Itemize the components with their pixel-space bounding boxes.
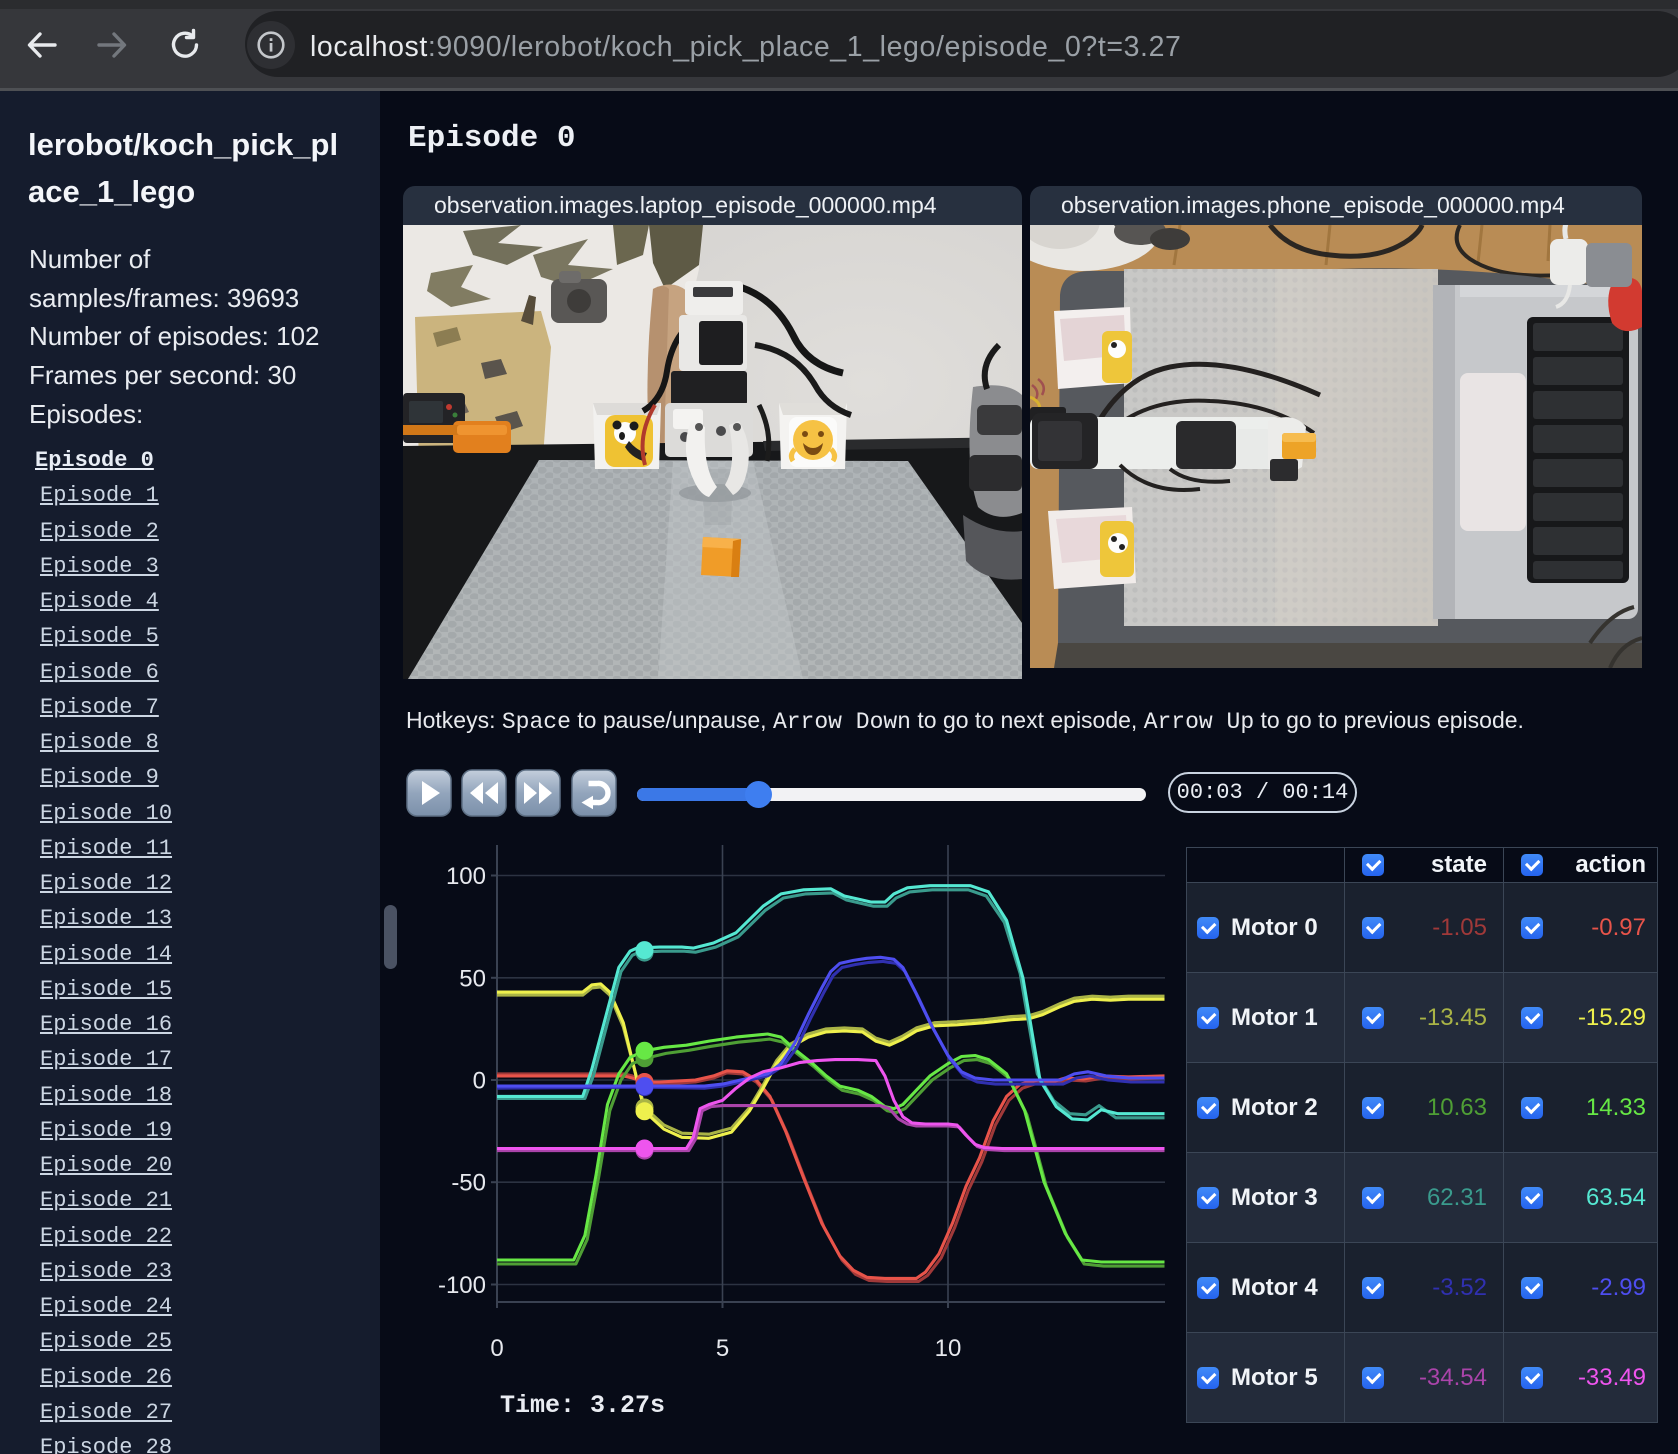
svg-text:0: 0	[473, 1068, 486, 1095]
svg-text:5: 5	[716, 1335, 729, 1362]
svg-text:-50: -50	[451, 1170, 486, 1197]
svg-text:-100: -100	[438, 1272, 486, 1299]
svg-text:100: 100	[446, 863, 486, 890]
svg-text:0: 0	[490, 1335, 503, 1362]
svg-text:10: 10	[935, 1335, 962, 1362]
svg-text:Time: 3.27s: Time: 3.27s	[500, 1391, 665, 1420]
svg-text:50: 50	[459, 965, 486, 992]
